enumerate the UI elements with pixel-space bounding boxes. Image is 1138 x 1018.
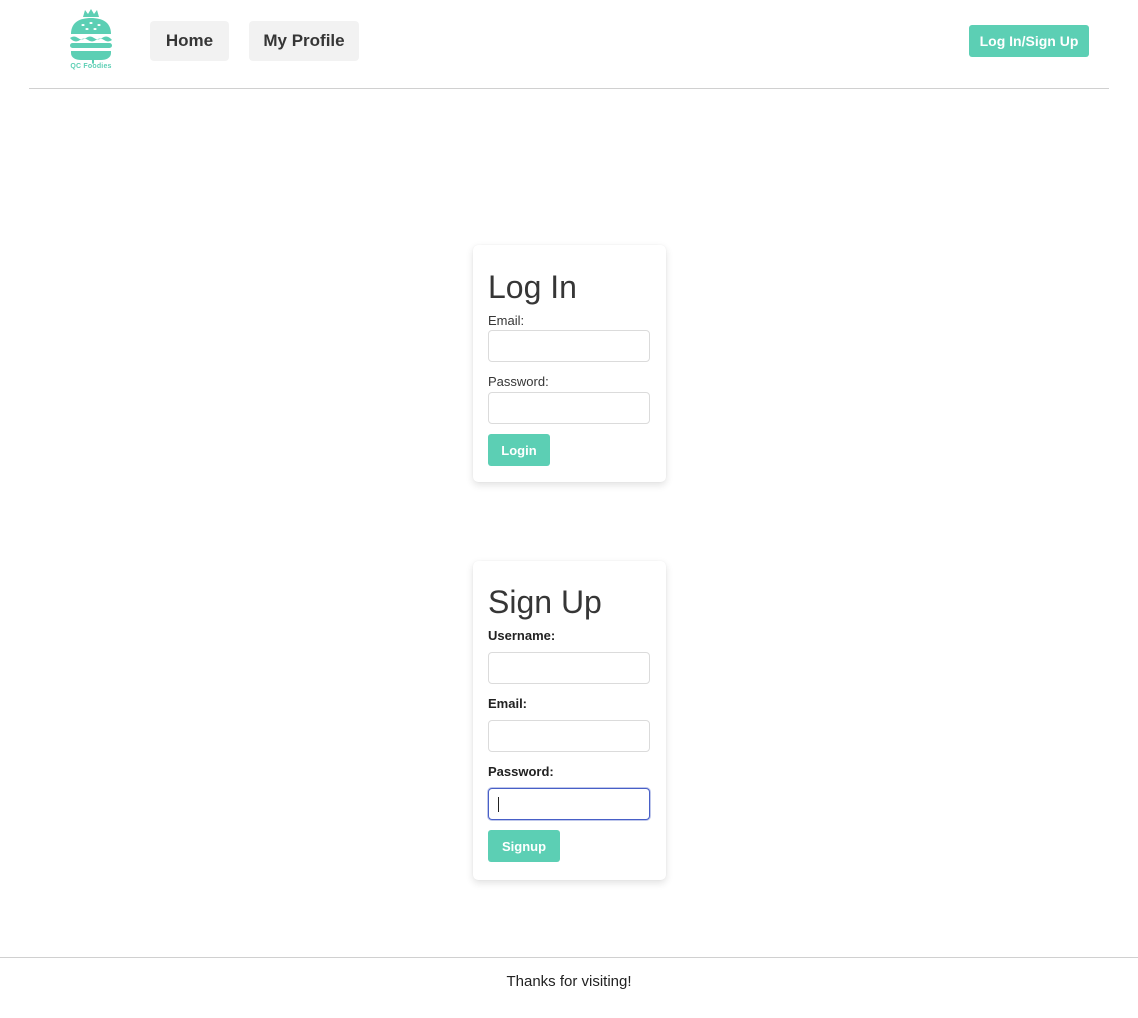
login-title: Log In [488,269,577,305]
login-password-input[interactable] [488,392,650,424]
brand-name: QC Foodies [70,63,112,70]
text-caret [498,797,499,812]
login-password-label: Password: [488,374,549,389]
signup-card: Sign Up Username: Email: Password: Signu… [473,561,666,880]
burger-logo-icon [70,9,112,64]
footer-text: Thanks for visiting! [506,973,632,990]
login-button[interactable]: Login [488,434,550,466]
nav-home-button[interactable]: Home [150,21,229,61]
signup-email-input[interactable] [488,720,650,752]
signup-email-label: Email: [488,696,528,711]
footer: Thanks for visiting! [0,957,1138,1018]
login-card: Log In Email: Password: Login [473,245,666,482]
nav-profile-button[interactable]: My Profile [249,21,359,61]
signup-button[interactable]: Signup [488,830,560,862]
login-signup-button[interactable]: Log In/Sign Up [969,25,1089,57]
login-email-label: Email: [488,313,525,328]
navbar: QC Foodies Home My Profile Log In/Sign U… [29,0,1109,89]
signup-title: Sign Up [488,584,602,620]
brand-logo[interactable]: QC Foodies [66,8,116,72]
page: QC Foodies Home My Profile Log In/Sign U… [0,0,1138,1018]
signup-password-input[interactable] [488,788,650,820]
signup-username-label: Username: [488,628,556,643]
signup-username-input[interactable] [488,652,650,684]
login-email-input[interactable] [488,330,650,362]
signup-password-label: Password: [488,764,554,779]
